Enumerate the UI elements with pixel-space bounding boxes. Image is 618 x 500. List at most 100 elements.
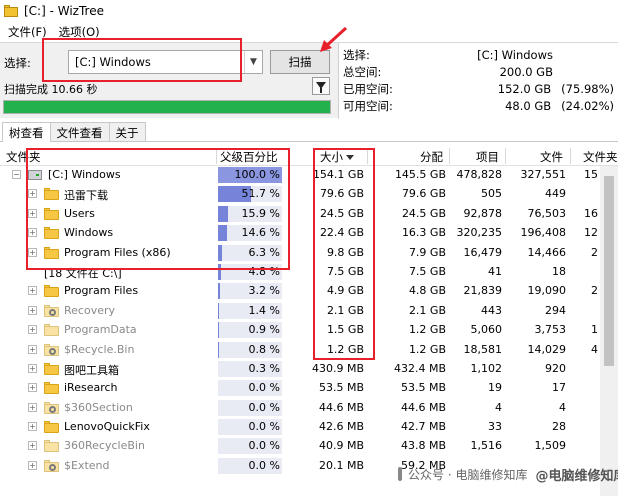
annotation-arrow-icon bbox=[320, 26, 348, 52]
files-cell: 196,408 bbox=[520, 226, 567, 240]
drive-info-label: 选择: bbox=[343, 47, 370, 62]
allocated-cell: 24.5 GB bbox=[401, 206, 446, 220]
drive-info-value: 48.0 GB bbox=[505, 98, 552, 113]
folders-cell: 2 bbox=[591, 245, 598, 259]
parent-pct-text: 0.9 % bbox=[248, 323, 280, 337]
folder-icon bbox=[44, 324, 59, 337]
allocated-cell: 145.5 GB bbox=[394, 168, 446, 181]
folder-name: $Recycle.Bin bbox=[64, 342, 135, 356]
files-cell: 3,753 bbox=[534, 323, 567, 337]
folders-cell: 15 bbox=[584, 168, 598, 181]
expand-icon[interactable]: + bbox=[28, 305, 37, 315]
watermark: 公众号 · 电脑维修知库 @电脑维修知库 bbox=[398, 462, 618, 486]
select-label: 选择: bbox=[4, 56, 31, 70]
scrollbar-thumb[interactable] bbox=[604, 176, 614, 366]
table-row[interactable]: + iResearch 0.0 % 53.5 MB 53.5 MB 19 17 bbox=[0, 379, 618, 398]
parent-pct-text: 0.0 % bbox=[248, 439, 280, 453]
parent-pct-text: 3.2 % bbox=[248, 284, 280, 298]
allocated-cell: 16.3 GB bbox=[401, 226, 446, 240]
files-cell: 76,503 bbox=[527, 206, 567, 220]
column-header-files[interactable]: 文件 bbox=[540, 149, 563, 165]
system-folder-icon bbox=[44, 304, 59, 317]
items-cell: 505 bbox=[481, 187, 502, 201]
table-row[interactable]: + $Recycle.Bin 0.8 % 1.2 GB 1.2 GB 18,581 14,0… bbox=[0, 341, 618, 360]
expand-icon[interactable]: + bbox=[28, 286, 37, 296]
items-cell: 19 bbox=[488, 381, 502, 395]
folders-cell: 12 bbox=[584, 226, 598, 240]
folder-icon bbox=[44, 421, 59, 434]
expand-icon[interactable]: + bbox=[28, 460, 37, 470]
size-cell: 44.6 MB bbox=[318, 400, 364, 414]
column-header-items[interactable]: 项目 bbox=[476, 149, 499, 165]
chevron-down-icon[interactable]: ▼ bbox=[244, 51, 262, 73]
allocated-cell: 432.4 MB bbox=[393, 361, 446, 375]
files-cell: 920 bbox=[545, 361, 566, 375]
column-separator[interactable] bbox=[505, 148, 506, 164]
folder-name: Recovery bbox=[64, 303, 116, 317]
table-row[interactable]: + $360Section 0.0 % 44.6 MB 44.6 MB 4 4 bbox=[0, 399, 618, 418]
expand-icon[interactable]: + bbox=[28, 363, 37, 373]
column-header-folders[interactable]: 文件夹 bbox=[583, 149, 618, 165]
items-cell: 92,878 bbox=[463, 206, 503, 220]
folders-cell: 1 bbox=[591, 323, 598, 337]
table-row[interactable]: + Recovery 1.4 % 2.1 GB 2.1 GB 443 294 bbox=[0, 302, 618, 321]
allocated-cell: 53.5 MB bbox=[400, 381, 446, 395]
tab-about[interactable]: 关于 bbox=[108, 122, 146, 141]
size-cell: 53.5 MB bbox=[318, 381, 364, 395]
table-row[interactable]: + Program Files 3.2 % 4.9 GB 4.8 GB 21,839 19,… bbox=[0, 282, 618, 301]
column-separator[interactable] bbox=[449, 148, 450, 164]
folder-icon bbox=[44, 382, 59, 395]
parent-pct-text: 0.8 % bbox=[248, 342, 280, 356]
funnel-icon bbox=[316, 81, 326, 93]
system-folder-icon bbox=[44, 343, 59, 356]
tab-tree-view[interactable]: 树查看 bbox=[2, 122, 51, 142]
tab-file-view[interactable]: 文件查看 bbox=[49, 122, 110, 141]
table-row[interactable]: + ProgramData 0.9 % 1.5 GB 1.2 GB 5,060 3,753 1 bbox=[0, 321, 618, 340]
items-cell: 5,060 bbox=[470, 323, 503, 337]
files-cell: 14,029 bbox=[527, 342, 567, 356]
expand-icon[interactable]: + bbox=[28, 422, 37, 432]
size-cell: 40.9 MB bbox=[318, 439, 364, 453]
parent-pct-text: 0.0 % bbox=[248, 420, 280, 434]
items-cell: 1,516 bbox=[470, 439, 503, 453]
allocated-cell: 2.1 GB bbox=[408, 303, 446, 317]
parent-pct-text: 0.3 % bbox=[248, 361, 280, 375]
drive-info-value: 152.0 GB bbox=[497, 81, 552, 96]
parent-pct-text: 0.0 % bbox=[248, 400, 280, 414]
table-row[interactable]: + LenovoQuickFix 0.0 % 42.6 MB 42.7 MB 33 28 bbox=[0, 418, 618, 437]
allocated-cell: 7.5 GB bbox=[408, 264, 446, 278]
title-bar: [C:] - WizTree bbox=[0, 0, 618, 22]
drive-info-row: 选择: [C:] Windows bbox=[343, 46, 614, 63]
expand-icon[interactable]: + bbox=[28, 325, 37, 335]
files-cell: 18 bbox=[552, 264, 566, 278]
expand-icon[interactable]: + bbox=[28, 383, 37, 393]
files-cell: 17 bbox=[552, 381, 566, 395]
allocated-cell: 1.2 GB bbox=[408, 342, 446, 356]
drive-info-label: 可用空间: bbox=[343, 98, 393, 113]
watermark-text: 公众号 · 电脑维修知库 bbox=[408, 467, 528, 482]
allocated-cell: 42.7 MB bbox=[400, 420, 446, 434]
table-row[interactable]: +360RecycleBin 0.0 % 40.9 MB 43.8 MB 1,516 1,… bbox=[0, 437, 618, 456]
system-folder-icon bbox=[44, 401, 59, 414]
vertical-scrollbar[interactable] bbox=[600, 166, 618, 496]
size-cell: 42.6 MB bbox=[318, 420, 364, 434]
files-cell: 14,466 bbox=[527, 245, 567, 259]
items-cell: 41 bbox=[488, 264, 502, 278]
filter-button[interactable] bbox=[312, 77, 330, 95]
system-folder-icon bbox=[44, 459, 59, 472]
allocated-cell: 1.2 GB bbox=[408, 323, 446, 337]
table-row[interactable]: + 图吧工具箱 0.3 % 430.9 MB 432.4 MB 1,102 920 bbox=[0, 360, 618, 379]
folder-name: 图吧工具箱 bbox=[64, 363, 119, 377]
collapse-icon[interactable]: − bbox=[12, 170, 21, 179]
allocated-cell: 4.8 GB bbox=[408, 284, 446, 298]
size-cell: 430.9 MB bbox=[311, 361, 364, 375]
watermark-handle: @电脑维修知库 bbox=[535, 468, 618, 484]
expand-icon[interactable]: + bbox=[28, 402, 37, 412]
column-header-allocated[interactable]: 分配 bbox=[420, 149, 443, 165]
expand-icon[interactable]: + bbox=[28, 344, 37, 354]
drive-info-panel: 选择: [C:] Windows 总空间: 200.0 GB 已用空间: 152.0 GB… bbox=[338, 43, 618, 119]
expand-icon[interactable]: + bbox=[28, 441, 37, 451]
files-cell: 1,509 bbox=[534, 439, 567, 453]
column-separator[interactable] bbox=[570, 148, 571, 164]
folders-cell: 4 bbox=[591, 342, 598, 356]
